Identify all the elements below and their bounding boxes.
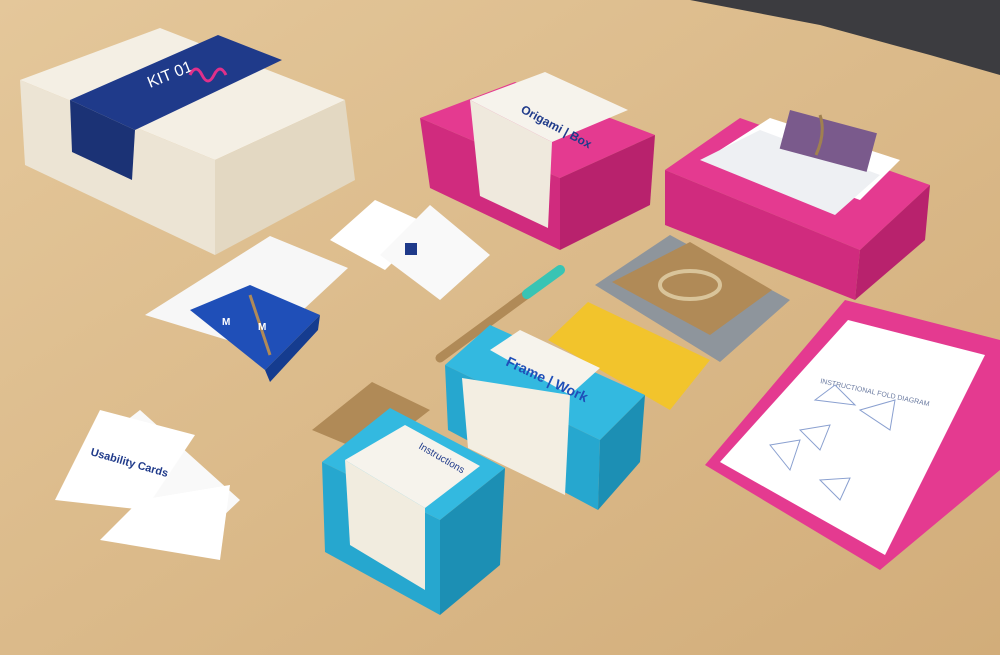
svg-text:M: M [222, 317, 230, 328]
svg-text:M: M [258, 322, 266, 333]
photo-scene: KIT 01 Origami | Box M M Frame | Work In… [0, 0, 1000, 655]
